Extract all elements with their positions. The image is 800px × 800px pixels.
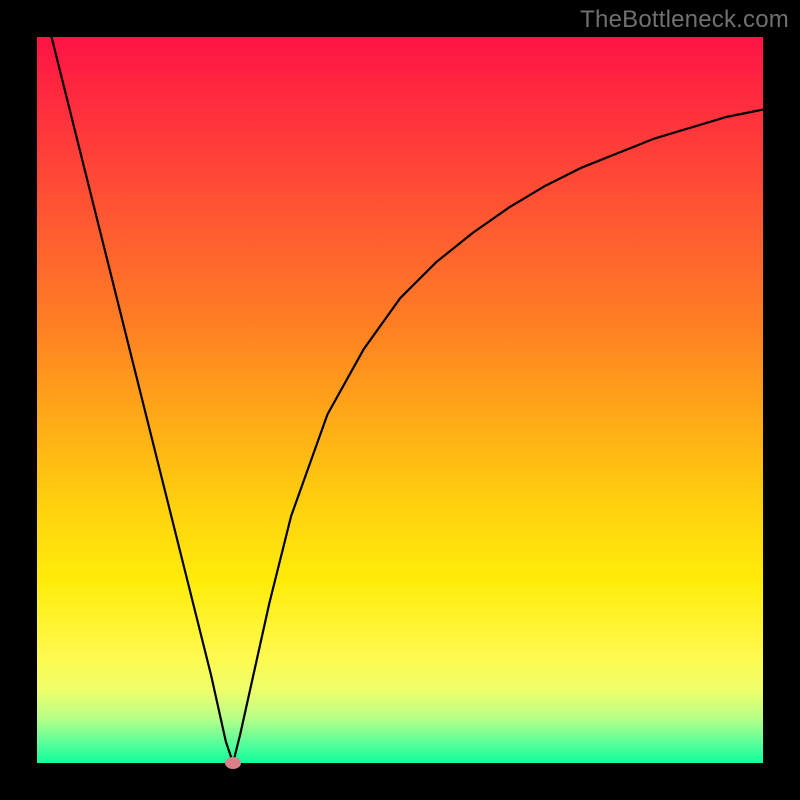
curve-svg (37, 37, 763, 763)
watermark-text: TheBottleneck.com (580, 6, 789, 34)
chart-frame: TheBottleneck.com (0, 0, 800, 800)
curve-line (37, 37, 763, 763)
plot-area (37, 37, 763, 763)
min-point-marker (225, 757, 241, 769)
